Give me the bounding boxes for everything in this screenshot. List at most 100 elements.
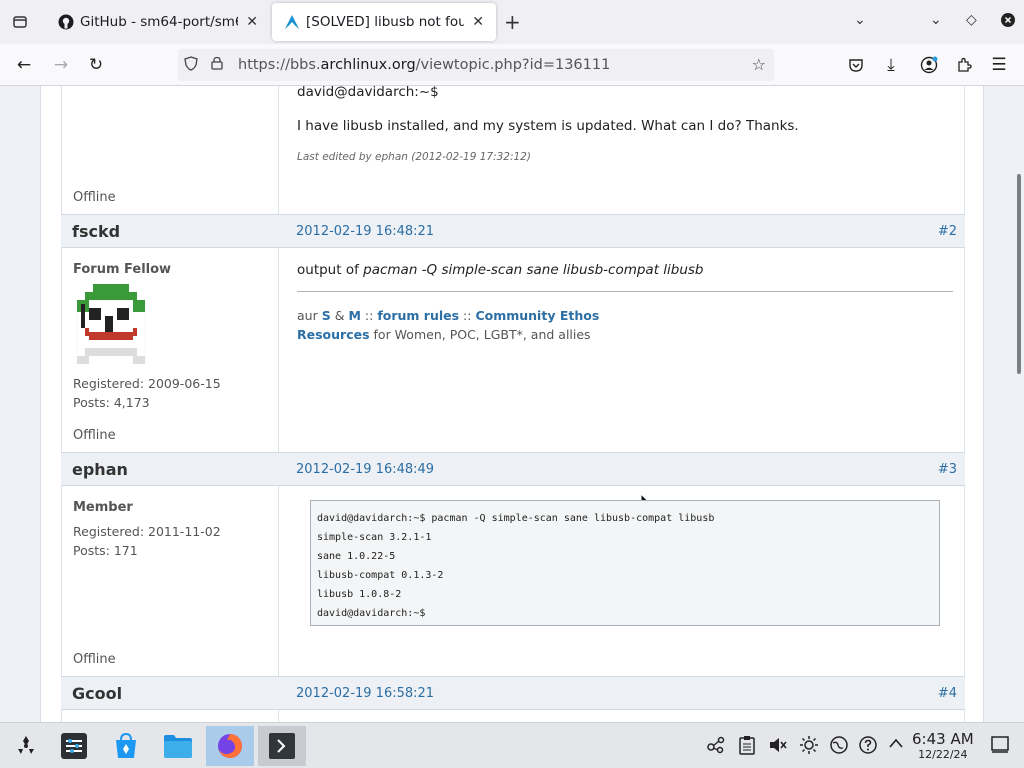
system-settings-icon[interactable] (51, 726, 97, 766)
tracking-protection-icon[interactable] (178, 55, 204, 75)
sig-link-resources[interactable]: Resources (297, 327, 370, 342)
code-line: simple-scan 3.2.1-1 (317, 532, 432, 543)
network-share-icon[interactable] (706, 735, 726, 759)
sig-link-forum-rules[interactable]: forum rules (377, 308, 459, 323)
post-author[interactable]: ephan (72, 460, 128, 479)
maximize-icon[interactable]: ◇ (966, 12, 977, 28)
minimize-icon[interactable]: ⌄ (930, 12, 942, 28)
author-status: Offline (73, 190, 116, 205)
tab-github[interactable]: GitHub - sm64-port/sm64-port ✕ (46, 0, 270, 44)
menu-hamburger-icon[interactable]: ☰ (986, 52, 1012, 78)
discover-store-icon[interactable] (103, 726, 149, 766)
reload-icon[interactable]: ↻ (83, 52, 109, 78)
url-prefix: https://bbs. (238, 57, 321, 73)
post-4-author-column (62, 710, 279, 722)
account-icon[interactable] (916, 52, 942, 78)
post-author[interactable]: fsckd (72, 222, 120, 241)
code-line: sane 1.0.22-5 (317, 551, 396, 562)
text-prefix: output of (297, 262, 364, 278)
text-command: pacman -Q simple-scan sane libusb-compat… (363, 262, 704, 278)
post-1-prompt: david@davidarch:~$ (297, 86, 439, 100)
sig-resources-text: for Women, POC, LGBT*, and allies (373, 327, 591, 342)
url-text[interactable]: https://bbs.archlinux.org/viewtopic.php?… (238, 57, 610, 73)
clock-time: 6:43 AM (912, 730, 974, 748)
forward-arrow-icon[interactable]: → (48, 52, 74, 78)
post-number-link[interactable]: #2 (938, 224, 957, 239)
new-tab-icon[interactable]: + (504, 10, 521, 34)
downloads-icon[interactable]: ⤓ (878, 52, 904, 78)
author-status: Offline (73, 652, 116, 667)
tab-bar: GitHub - sm64-port/sm64-port ✕ [SOLVED] … (0, 0, 1024, 44)
clipboard-icon[interactable] (739, 735, 755, 759)
post-2-header: fsckd 2012-02-19 16:48:21 #2 (61, 214, 965, 248)
signature-divider (297, 291, 953, 292)
bookmark-star-icon[interactable]: ☆ (752, 55, 766, 74)
post-number-link[interactable]: #4 (938, 686, 957, 701)
tab-archlinux[interactable]: [SOLVED] libusb not found ✕ (272, 3, 496, 41)
close-tab-icon[interactable]: ✕ (472, 14, 484, 30)
sig-link-m[interactable]: M (348, 308, 360, 323)
close-window-icon[interactable] (1000, 12, 1016, 32)
post-3: Member Registered: 2011-11-02 Posts: 171… (61, 486, 965, 676)
avatar (73, 284, 149, 365)
post-date-link[interactable]: 2012-02-19 16:48:49 (296, 462, 434, 477)
sig-separator: :: (463, 308, 472, 323)
author-post-count: Posts: 4,173 (73, 395, 150, 410)
sig-separator: :: (364, 308, 374, 323)
firefox-taskbar-icon[interactable] (206, 726, 254, 766)
author-registered: Registered: 2011-11-02 (73, 524, 221, 539)
app-launcher-icon[interactable] (3, 726, 49, 766)
back-arrow-icon[interactable]: ← (11, 52, 37, 78)
post-author[interactable]: Gcool (72, 684, 122, 703)
show-desktop-icon[interactable] (991, 735, 1009, 757)
post-1: Offline david@davidarch:~$ I have libusb… (61, 86, 965, 214)
terminal-icon[interactable] (258, 726, 306, 766)
post-3-author-column: Member Registered: 2011-11-02 Posts: 171… (62, 486, 279, 676)
nav-bar: ← → ↻ https://bbs.archlinux.org/viewtopi… (0, 44, 1024, 86)
author-title: Member (73, 500, 133, 515)
post-4-header: Gcool 2012-02-19 16:58:21 #4 (61, 676, 965, 710)
sig-link-community-ethos[interactable]: Community Ethos (475, 308, 599, 323)
tab-label: GitHub - sm64-port/sm64-port (80, 14, 238, 30)
night-color-icon[interactable] (799, 735, 819, 759)
list-all-tabs-icon[interactable]: ⌄ (854, 12, 866, 28)
post-date-link[interactable]: 2012-02-19 16:48:21 (296, 224, 434, 239)
author-title: Forum Fellow (73, 262, 172, 277)
close-tab-icon[interactable]: ✕ (246, 14, 258, 30)
pocket-icon[interactable] (843, 52, 869, 78)
code-line: david@davidarch:~$ (317, 608, 426, 619)
post-1-author-column: Offline (62, 86, 279, 214)
tab-list-icon[interactable] (8, 10, 32, 34)
post-3-header: ephan 2012-02-19 16:48:49 #3 (61, 452, 965, 486)
sig-link-s[interactable]: S (322, 308, 331, 323)
taskbar: 6:43 AM 12/22/24 (0, 722, 1024, 768)
arch-logo-icon (284, 14, 300, 30)
url-suffix: /viewtopic.php?id=136111 (415, 57, 611, 73)
post-2-author-column: Forum Fellow Registered: 2009-06-15 Post… (62, 248, 279, 452)
sig-amp: & (334, 308, 345, 323)
signature-line-2: Resources for Women, POC, LGBT*, and all… (297, 327, 591, 342)
clock[interactable]: 6:43 AM 12/22/24 (912, 730, 974, 761)
post-2: Forum Fellow Registered: 2009-06-15 Post… (61, 248, 965, 514)
code-line: libusb-compat 0.1.3-2 (317, 570, 444, 581)
extensions-icon[interactable] (951, 52, 977, 78)
forum-page: Offline david@davidarch:~$ I have libusb… (40, 86, 984, 722)
network-globe-icon[interactable] (829, 735, 849, 759)
lock-icon[interactable] (204, 56, 230, 74)
sig-aur: aur (297, 308, 318, 323)
show-hidden-icons-chevron-up-icon[interactable] (887, 735, 905, 757)
file-manager-icon[interactable] (155, 726, 201, 766)
page-viewport: Offline david@davidarch:~$ I have libusb… (0, 86, 1024, 722)
post-2-text: output of pacman -Q simple-scan sane lib… (297, 262, 704, 278)
post-date-link[interactable]: 2012-02-19 16:58:21 (296, 686, 434, 701)
code-line: david@davidarch:~$ pacman -Q simple-scan… (317, 513, 715, 524)
tab-label: [SOLVED] libusb not found (306, 14, 465, 30)
post-number-link[interactable]: #3 (938, 462, 957, 477)
github-icon (58, 14, 74, 30)
url-domain: archlinux.org (320, 57, 416, 73)
volume-muted-icon[interactable] (768, 735, 788, 759)
help-icon[interactable] (858, 735, 878, 759)
url-bar[interactable]: https://bbs.archlinux.org/viewtopic.php?… (178, 49, 774, 81)
page-scrollbar[interactable] (1017, 174, 1021, 374)
author-post-count: Posts: 171 (73, 543, 138, 558)
